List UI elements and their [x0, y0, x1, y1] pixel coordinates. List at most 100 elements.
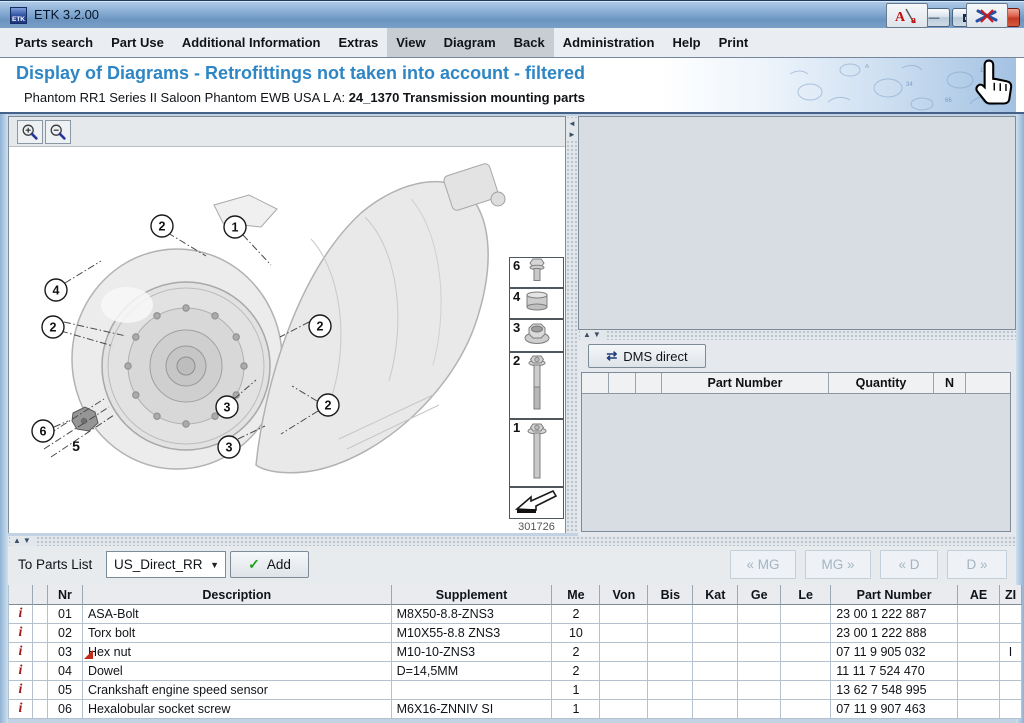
menu-back[interactable]: Back [505, 28, 554, 57]
part-row-04[interactable]: i04DowelD=14,5MM211 11 7 524 470 [9, 662, 1022, 681]
cell-zi [1000, 662, 1022, 681]
cell-nr: 03 [48, 643, 83, 662]
collapse-up-icon[interactable]: ▲ [583, 330, 593, 339]
dms-col-blank[interactable] [609, 373, 636, 394]
right-horizontal-splitter[interactable]: ▲▼ [578, 330, 1016, 340]
menu-additional-information[interactable]: Additional Information [173, 28, 330, 57]
add-button[interactable]: ✓ Add [230, 551, 309, 578]
collapse-left-icon[interactable]: ◄ [566, 118, 578, 129]
dms-panel: ⇄ DMS direct Part NumberQuantityN [578, 340, 1016, 536]
info-icon[interactable]: i [19, 701, 23, 717]
col-header-supplement[interactable]: Supplement [392, 585, 553, 605]
info-icon[interactable]: i [19, 606, 23, 622]
zoom-out-button[interactable] [45, 120, 71, 144]
parts-toolbar: To Parts List US_Direct_RR ▼ ✓ Add « MG M… [8, 546, 1016, 585]
drawing-number: 301726 [509, 521, 564, 533]
col-header-blank[interactable] [33, 585, 48, 605]
info-icon[interactable]: i [19, 682, 23, 698]
nav-button-mg-next[interactable]: MG » [805, 550, 871, 579]
svg-text:4: 4 [53, 284, 60, 298]
col-header-ge[interactable]: Ge [738, 585, 781, 605]
part-row-05[interactable]: i05Crankshaft engine speed sensor113 62 … [9, 681, 1022, 700]
cell-part_number: 07 11 9 907 463 [831, 700, 958, 719]
cell-le [781, 662, 831, 681]
collapse-up-icon[interactable]: ▲ [13, 536, 23, 545]
dms-col-n[interactable]: N [934, 373, 966, 394]
col-header-le[interactable]: Le [781, 585, 831, 605]
col-header-part-number[interactable]: Part Number [831, 585, 958, 605]
page-header: A346612 Display of Diagrams - Retrofitti… [0, 58, 1024, 114]
workshop-disabled-button[interactable] [966, 3, 1008, 28]
dms-direct-button[interactable]: ⇄ DMS direct [588, 344, 706, 368]
col-header-bis[interactable]: Bis [648, 585, 693, 605]
callout-2[interactable]: 2 [42, 316, 64, 338]
col-header-nr[interactable]: Nr [48, 585, 83, 605]
menu-diagram[interactable]: Diagram [435, 28, 505, 57]
collapse-down-icon[interactable]: ▼ [593, 330, 603, 339]
callout-6[interactable]: 6 [32, 420, 54, 442]
parts-list-dropdown[interactable]: US_Direct_RR ▼ [106, 551, 226, 578]
menu-view[interactable]: View [387, 28, 434, 57]
title-bar[interactable]: ETK ETK 3.2.00 — ✕ [0, 0, 1024, 28]
col-header-kat[interactable]: Kat [693, 585, 738, 605]
svg-text:3: 3 [226, 441, 233, 455]
col-header-description[interactable]: Description [83, 585, 392, 605]
nav-button-mg-prev[interactable]: « MG [730, 550, 796, 579]
nav-button-d-prev[interactable]: « D [880, 550, 938, 579]
diagram-canvas[interactable]: 2142232365 64321 301726 [9, 147, 565, 533]
zoom-in-button[interactable] [17, 120, 43, 144]
col-header-blank[interactable] [9, 585, 33, 605]
dms-col-quantity[interactable]: Quantity [829, 373, 934, 394]
callout-3[interactable]: 3 [216, 396, 238, 418]
info-icon[interactable]: i [19, 644, 23, 660]
thumbnail-part-1[interactable]: 1 [509, 419, 564, 487]
menu-help[interactable]: Help [663, 28, 709, 57]
menu-extras[interactable]: Extras [329, 28, 387, 57]
callout-1[interactable]: 1 [224, 216, 246, 238]
col-header-von[interactable]: Von [600, 585, 648, 605]
menu-parts-search[interactable]: Parts search [6, 28, 102, 57]
callout-2[interactable]: 2 [309, 315, 331, 337]
part-row-06[interactable]: i06Hexalobular socket screwM6X16-ZNNIV S… [9, 700, 1022, 719]
callout-2[interactable]: 2 [151, 215, 173, 237]
col-header-zi[interactable]: ZI [1000, 585, 1022, 605]
parts-list-value: US_Direct_RR [114, 557, 203, 572]
callout-5-label[interactable]: 5 [72, 438, 80, 454]
cell-me: 2 [552, 643, 600, 662]
cell-me: 1 [552, 681, 600, 700]
callout-3[interactable]: 3 [218, 436, 240, 458]
part-row-01[interactable]: i01ASA-BoltM8X50-8.8-ZNS3223 00 1 222 88… [9, 605, 1022, 624]
page-arrow-box[interactable] [509, 487, 564, 519]
callout-4[interactable]: 4 [45, 279, 67, 301]
thumbnail-part-2[interactable]: 2 [509, 352, 564, 419]
part-row-02[interactable]: i02Torx boltM10X55-8.8 ZNS31023 00 1 222… [9, 624, 1022, 643]
info-icon[interactable]: i [19, 625, 23, 641]
thumbnail-part-4[interactable]: 4 [509, 288, 564, 319]
collapse-down-icon[interactable]: ▼ [23, 536, 33, 545]
add-label: Add [267, 557, 291, 572]
menu-part-use[interactable]: Part Use [102, 28, 173, 57]
cell-ge [738, 662, 781, 681]
col-header-ae[interactable]: AE [958, 585, 1000, 605]
to-parts-list-label: To Parts List [18, 557, 92, 572]
text-scale-button[interactable]: A a [886, 3, 928, 28]
menu-administration[interactable]: Administration [554, 28, 664, 57]
info-icon[interactable]: i [19, 663, 23, 679]
bottom-horizontal-splitter[interactable]: ▲▼ [8, 536, 1016, 546]
nav-button-d-next[interactable]: D » [947, 550, 1007, 579]
cell-info: i [9, 624, 33, 643]
vertical-splitter[interactable]: ◄ ► [566, 116, 578, 533]
dms-col-blank[interactable] [582, 373, 609, 394]
dms-col-part-number[interactable]: Part Number [662, 373, 829, 394]
menu-print[interactable]: Print [710, 28, 758, 57]
cell-info: i [9, 700, 33, 719]
collapse-right-icon[interactable]: ► [566, 129, 578, 140]
thumbnail-part-6[interactable]: 6 [509, 257, 564, 288]
callout-2[interactable]: 2 [317, 394, 339, 416]
part-row-03[interactable]: i03Hex nutM10-10-ZNS3207 11 9 905 032I [9, 643, 1022, 662]
cell-supplement: D=14,5MM [392, 662, 553, 681]
thumbnail-part-3[interactable]: 3 [509, 319, 564, 352]
cell-me: 1 [552, 700, 600, 719]
col-header-me[interactable]: Me [552, 585, 600, 605]
dms-col-blank[interactable] [636, 373, 662, 394]
